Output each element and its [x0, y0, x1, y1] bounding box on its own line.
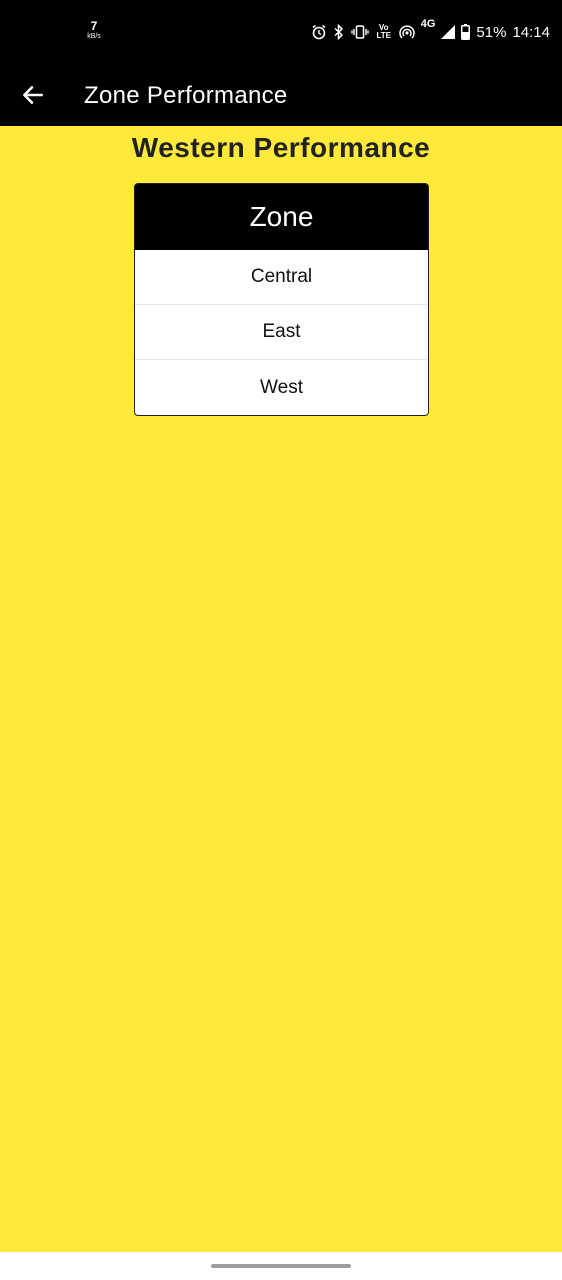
arrow-left-icon [23, 86, 43, 104]
network-speed-value: 7 [90, 19, 98, 33]
page-heading: Western Performance [131, 132, 431, 163]
zone-row-east[interactable]: East [135, 305, 428, 360]
battery-icon [461, 24, 471, 40]
home-gesture-handle[interactable] [211, 1264, 351, 1268]
zone-row-west[interactable]: West [135, 360, 428, 415]
status-icons: Vo LTE 4G 51% 14:14 [311, 18, 550, 44]
network-speed: 7 kB/s [84, 20, 104, 40]
vibrate-icon [351, 25, 369, 39]
network-type-label: 4G [420, 18, 436, 30]
hotspot-icon [399, 24, 415, 40]
status-bar: 7 kB/s Vo LTE 4G 51% 14:14 [0, 0, 562, 64]
volte-icon: Vo LTE [376, 23, 391, 40]
alarm-icon [311, 24, 327, 40]
gesture-nav-bar [0, 1252, 562, 1280]
signal-icon [441, 25, 456, 39]
app-bar-title: Zone Performance [84, 82, 288, 109]
clock: 14:14 [512, 23, 550, 41]
zone-table: Zone Central East West [134, 183, 429, 416]
network-speed-unit: kB/s [87, 33, 101, 40]
bluetooth-icon [333, 24, 345, 40]
back-button[interactable] [20, 82, 46, 108]
battery-percent: 51% [476, 23, 507, 41]
app-bar: Zone Performance [0, 64, 562, 126]
zone-table-header: Zone [135, 184, 428, 250]
zone-row-central[interactable]: Central [135, 250, 428, 305]
